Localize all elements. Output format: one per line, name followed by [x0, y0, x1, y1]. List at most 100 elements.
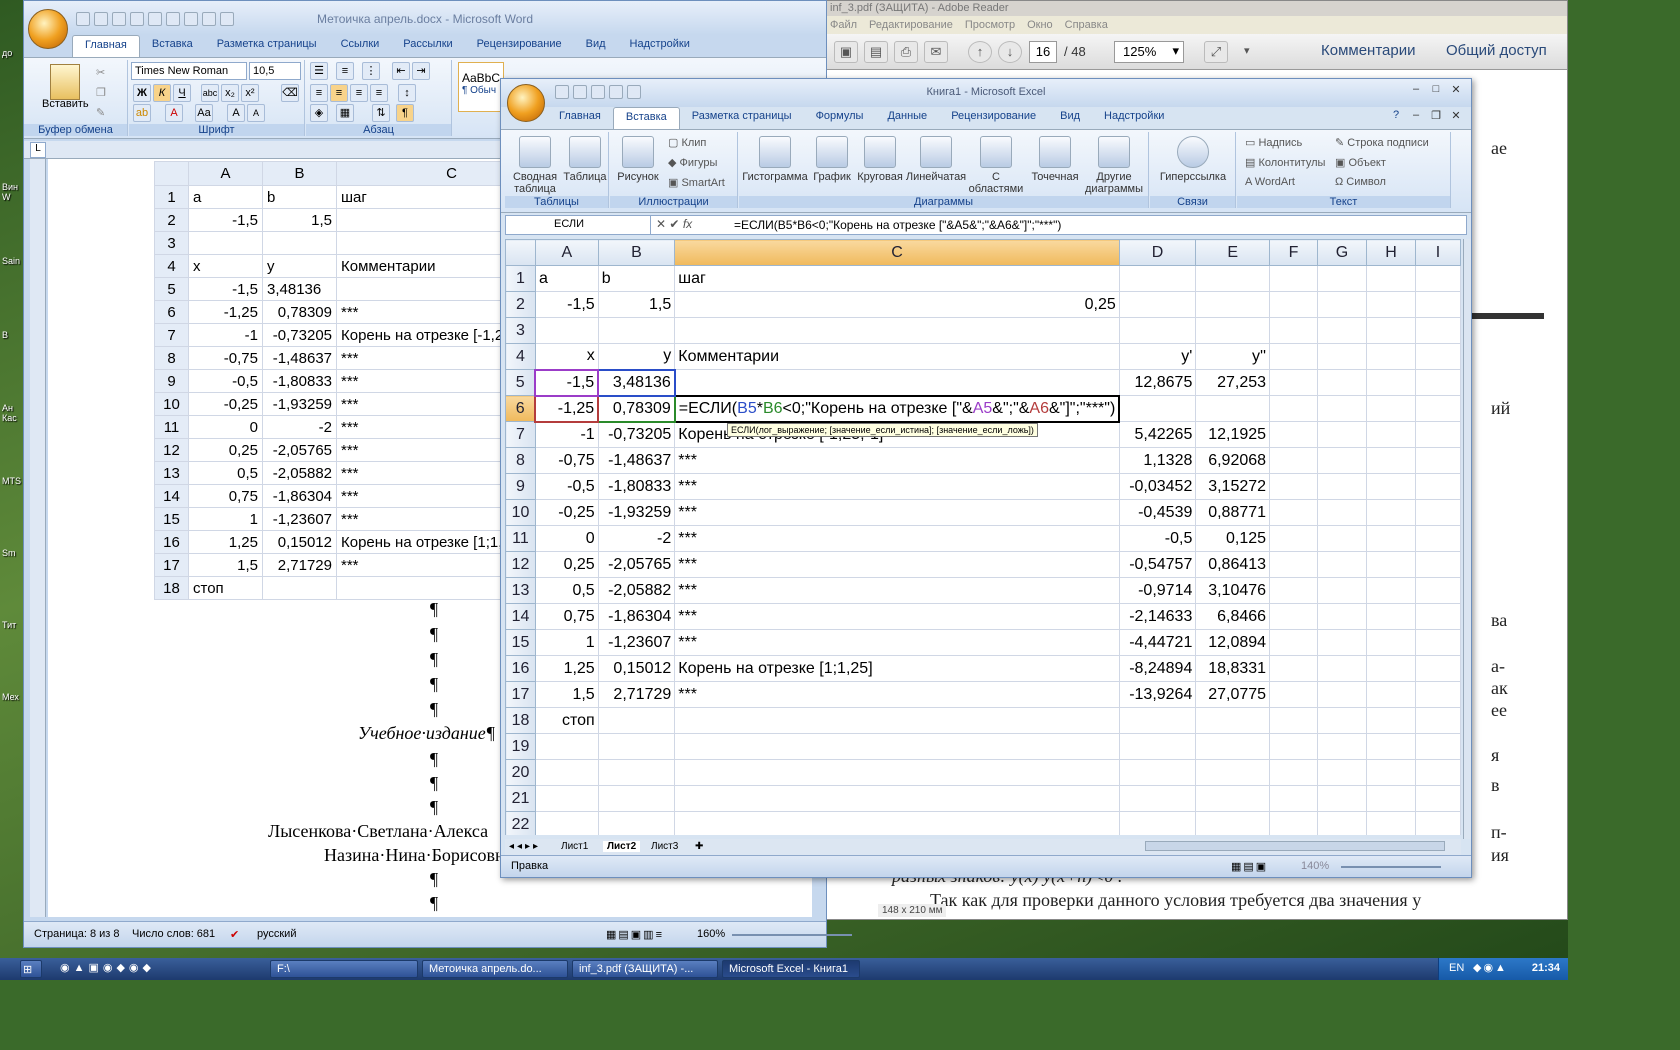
cell[interactable]	[1269, 395, 1318, 422]
cell[interactable]: 0,125	[1195, 525, 1271, 552]
create-pdf-icon[interactable]: ▣	[834, 41, 858, 63]
cell[interactable]	[1269, 811, 1318, 835]
cell[interactable]	[597, 733, 676, 760]
cell[interactable]	[1316, 395, 1368, 422]
cell[interactable]: y''	[1195, 343, 1271, 370]
row-header[interactable]: 11	[505, 525, 536, 552]
cell[interactable]	[1414, 265, 1461, 292]
strikethrough-icon[interactable]: abc	[201, 84, 219, 102]
cell[interactable]: стоп	[534, 707, 599, 734]
save-icon[interactable]	[76, 12, 90, 26]
email-icon[interactable]: ✉	[924, 41, 948, 63]
pivot-table-button[interactable]: Сводная таблица	[509, 136, 561, 195]
formula-input[interactable]: =ЕСЛИ(B5*B6<0;"Корень на отрезке ["&A5&"…	[734, 218, 1061, 232]
cell[interactable]	[1316, 707, 1368, 734]
clip-button[interactable]: ▢ Клип	[668, 136, 706, 149]
status-words[interactable]: Число слов: 681	[132, 928, 215, 940]
tray-icons[interactable]: ◆◉▲	[1473, 961, 1508, 974]
insert-sheet-icon[interactable]: ✚	[695, 841, 703, 852]
restore-icon[interactable]: ❐	[1427, 109, 1445, 123]
wordart-button[interactable]: A WordArt	[1245, 176, 1295, 188]
cell[interactable]: ***	[674, 629, 1120, 656]
cell[interactable]	[1316, 499, 1368, 526]
comments-button[interactable]: Комментарии	[1321, 42, 1415, 59]
cell[interactable]: ***	[674, 499, 1120, 526]
cell[interactable]	[534, 733, 599, 760]
preview-icon[interactable]	[202, 12, 216, 26]
cell[interactable]: -1,5	[534, 291, 599, 318]
change-case-icon[interactable]: Aa	[195, 104, 213, 122]
cell[interactable]	[1316, 551, 1368, 578]
cell[interactable]: 0	[534, 525, 599, 552]
horizontal-scrollbar[interactable]	[1145, 841, 1445, 851]
cell[interactable]: b	[597, 265, 676, 292]
tab-review[interactable]: Рецензирование	[939, 107, 1048, 129]
cell[interactable]	[1316, 655, 1368, 682]
cell[interactable]	[1269, 681, 1318, 708]
cell[interactable]	[534, 759, 599, 786]
cell[interactable]: 12,1925	[1195, 421, 1271, 448]
line-chart-button[interactable]: График	[809, 136, 855, 183]
cell[interactable]: 1,5	[597, 291, 676, 318]
cell[interactable]	[1414, 369, 1461, 396]
cell[interactable]	[1269, 499, 1318, 526]
task-excel[interactable]: Microsoft Excel - Книга1	[722, 960, 860, 978]
cell[interactable]: -2,05765	[597, 551, 676, 578]
cell[interactable]: -1,80833	[597, 473, 676, 500]
cell[interactable]: 0,25	[534, 551, 599, 578]
cell[interactable]	[1366, 265, 1416, 292]
maximize-icon[interactable]: □	[1427, 83, 1445, 97]
numbering-icon[interactable]: ≡	[336, 62, 354, 80]
minimize-icon[interactable]: –	[1407, 109, 1425, 123]
sheet-tab[interactable]: Лист3	[651, 841, 678, 852]
cell[interactable]	[1195, 785, 1271, 812]
cell[interactable]	[1414, 811, 1461, 835]
borders-icon[interactable]: ▦	[336, 104, 354, 122]
column-header[interactable]: E	[1195, 239, 1271, 266]
cell[interactable]: -4,44721	[1118, 629, 1197, 656]
line-spacing-icon[interactable]: ↕	[398, 84, 416, 102]
chevron-down-icon[interactable]: ▾	[1244, 44, 1250, 57]
column-header[interactable]: A	[534, 239, 599, 266]
underline-icon[interactable]: Ч	[173, 84, 191, 102]
cell[interactable]	[1366, 759, 1416, 786]
highlight-icon[interactable]: ab	[133, 104, 151, 122]
font-size-select[interactable]: 10,5	[249, 62, 301, 80]
cell[interactable]: 12,0894	[1195, 629, 1271, 656]
cell[interactable]: 0,5	[534, 577, 599, 604]
spell-icon[interactable]	[220, 12, 234, 26]
zoom-select[interactable]: 125% ▾	[1114, 41, 1184, 63]
row-header[interactable]: 12	[505, 551, 536, 578]
cell[interactable]	[1269, 447, 1318, 474]
row-header[interactable]: 3	[505, 317, 536, 344]
table-button[interactable]: Таблица	[563, 136, 607, 183]
cell[interactable]	[1118, 265, 1197, 292]
cell[interactable]	[597, 707, 676, 734]
cell[interactable]	[1366, 395, 1416, 422]
cell[interactable]	[1414, 759, 1461, 786]
row-header[interactable]: 4	[505, 343, 536, 370]
bullets-icon[interactable]: ☰	[310, 62, 328, 80]
cell[interactable]: -1,93259	[597, 499, 676, 526]
column-header[interactable]: C	[674, 239, 1120, 266]
cell[interactable]	[534, 811, 599, 835]
cell[interactable]: -1,48637	[597, 447, 676, 474]
tab-view[interactable]: Вид	[574, 35, 618, 57]
cell[interactable]	[1118, 785, 1197, 812]
cell[interactable]: -2,14633	[1118, 603, 1197, 630]
redo-icon[interactable]	[112, 12, 126, 26]
cell[interactable]: 2,71729	[597, 681, 676, 708]
signature-button[interactable]: ✎ Строка подписи	[1335, 136, 1429, 149]
cell[interactable]	[597, 811, 676, 835]
smartart-button[interactable]: ▣ SmartArt	[668, 176, 725, 189]
cell[interactable]: 27,0775	[1195, 681, 1271, 708]
cell[interactable]	[1366, 603, 1416, 630]
cell[interactable]	[1414, 655, 1461, 682]
task-word[interactable]: Метоичка апрель.do...	[422, 960, 568, 978]
row-header[interactable]: 8	[505, 447, 536, 474]
cell[interactable]: 12,8675	[1118, 369, 1197, 396]
cell[interactable]	[674, 707, 1120, 734]
cell[interactable]	[1414, 577, 1461, 604]
cell[interactable]: -0,54757	[1118, 551, 1197, 578]
cell[interactable]: шаг	[674, 265, 1120, 292]
